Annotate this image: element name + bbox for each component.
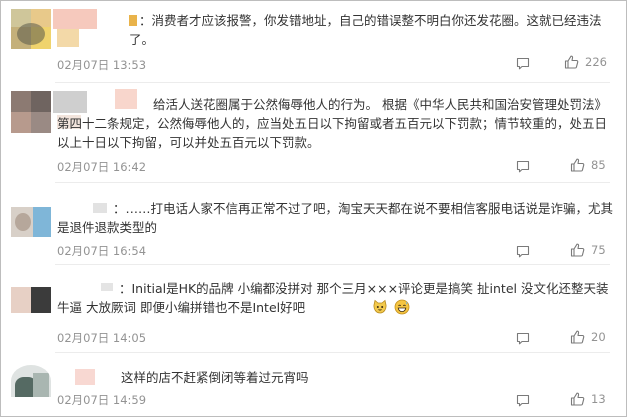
thumbs-up-icon <box>570 158 585 172</box>
like-count: 85 <box>591 158 606 172</box>
like-count: 75 <box>591 243 606 257</box>
comment-text: 这样的店不赶紧倒闭等着过元宵吗 <box>121 370 309 385</box>
reply-button[interactable] <box>514 392 532 408</box>
comment-text: 给活人送花圈属于公然侮辱他人的行为。 根据《中华人民共和国治安管理处罚法》第四十… <box>57 97 608 150</box>
comment-text: ：消费者才应该报警，你发错地址，自己的错误整不明白你还发花圈。这就已经违法了。 <box>129 11 613 49</box>
comment-time: 02月07日 13:53 <box>57 58 147 72</box>
comment-item: ：……打电话人家不信再正常不过了吧，淘宝天天都在说不要相信客服电话说是诈骗，尤其… <box>1 183 626 265</box>
avatar[interactable] <box>11 365 51 397</box>
thumbs-up-icon <box>564 55 579 69</box>
comment-item: ：消费者才应该报警，你发错地址，自己的错误整不明白你还发花圈。这就已经违法了。 … <box>1 1 626 83</box>
like-count: 20 <box>591 330 606 344</box>
comment-item: ：Initial是HK的品牌 小编都没拼对 那个三月×××评论更是搞笑 扯int… <box>1 265 626 353</box>
reply-button[interactable] <box>514 158 532 174</box>
comment-icon <box>516 245 530 257</box>
avatar[interactable] <box>11 207 51 237</box>
cat-face-emoji-icon <box>310 299 387 315</box>
avatar[interactable] <box>11 91 51 133</box>
comment-item: 这样的店不赶紧倒闭等着过元宵吗 02月07日 14:59 13 <box>1 353 626 417</box>
comment-icon <box>516 160 530 172</box>
user-name-redacted[interactable] <box>75 369 95 385</box>
comment-list-panel: ：消费者才应该报警，你发错地址，自己的错误整不明白你还发花圈。这就已经违法了。 … <box>0 0 627 417</box>
grinning-sweat-emoji-icon <box>332 299 410 315</box>
reply-button[interactable] <box>514 330 532 346</box>
like-button[interactable]: 75 <box>570 243 606 257</box>
like-count: 13 <box>591 392 606 406</box>
avatar[interactable] <box>11 287 51 313</box>
reply-button[interactable] <box>514 55 532 71</box>
comment-item: 给活人送花圈属于公然侮辱他人的行为。 根据《中华人民共和国治安管理处罚法》第四十… <box>1 83 626 183</box>
comment-icon <box>516 332 530 344</box>
like-button[interactable]: 85 <box>570 158 606 172</box>
comment-text: ：Initial是HK的品牌 小编都没拼对 那个三月×××评论更是搞笑 扯int… <box>57 279 613 317</box>
comment-time: 02月07日 16:54 <box>57 244 147 258</box>
like-button[interactable]: 13 <box>570 392 606 406</box>
comment-time: 02月07日 16:42 <box>57 160 147 174</box>
thumbs-up-icon <box>570 243 585 257</box>
user-name-redacted[interactable] <box>57 29 79 47</box>
thumbs-up-icon <box>570 330 585 344</box>
like-button[interactable]: 20 <box>570 330 606 344</box>
comment-icon <box>516 57 530 69</box>
comment-time: 02月07日 14:05 <box>57 331 147 345</box>
like-count: 226 <box>585 55 607 69</box>
thumbs-up-icon <box>570 392 585 406</box>
like-button[interactable]: 226 <box>564 55 607 69</box>
comment-icon <box>516 394 530 406</box>
avatar[interactable] <box>11 9 51 49</box>
user-name-redacted[interactable] <box>53 9 97 29</box>
reply-button[interactable] <box>514 243 532 259</box>
comment-text-body: ：消费者才应该报警，你发错地址，自己的错误整不明白你还发花圈。这就已经违法了。 <box>129 13 602 47</box>
comment-text: ：……打电话人家不信再正常不过了吧，淘宝天天都在说不要相信客服电话说是诈骗，尤其… <box>57 201 614 235</box>
comment-time: 02月07日 14:59 <box>57 393 147 407</box>
